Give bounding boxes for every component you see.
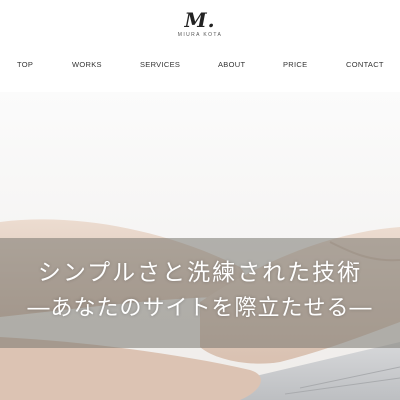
nav-item-top[interactable]: TOP bbox=[17, 60, 33, 69]
hero-subheadline: ―あなたのサイトを際立たせる― bbox=[27, 296, 373, 321]
site-header: M. MIURA KOTA TOP WORKS SERVICES ABOUT P… bbox=[0, 0, 400, 92]
site-logo[interactable]: M. MIURA KOTA bbox=[0, 10, 400, 38]
nav-item-works[interactable]: WORKS bbox=[72, 60, 102, 69]
main-nav: TOP WORKS SERVICES ABOUT PRICE CONTACT bbox=[0, 60, 400, 76]
nav-item-about[interactable]: ABOUT bbox=[218, 60, 245, 69]
hero-headline: シンプルさと洗練された技術 bbox=[37, 260, 363, 286]
hero-section: シンプルさと洗練された技術 ―あなたのサイトを際立たせる― bbox=[0, 92, 400, 400]
nav-item-services[interactable]: SERVICES bbox=[140, 60, 180, 69]
logo-name: MIURA KOTA bbox=[177, 32, 223, 38]
nav-item-price[interactable]: PRICE bbox=[283, 60, 307, 69]
logo-mark: M. bbox=[184, 8, 216, 32]
nav-item-contact[interactable]: CONTACT bbox=[346, 60, 384, 69]
